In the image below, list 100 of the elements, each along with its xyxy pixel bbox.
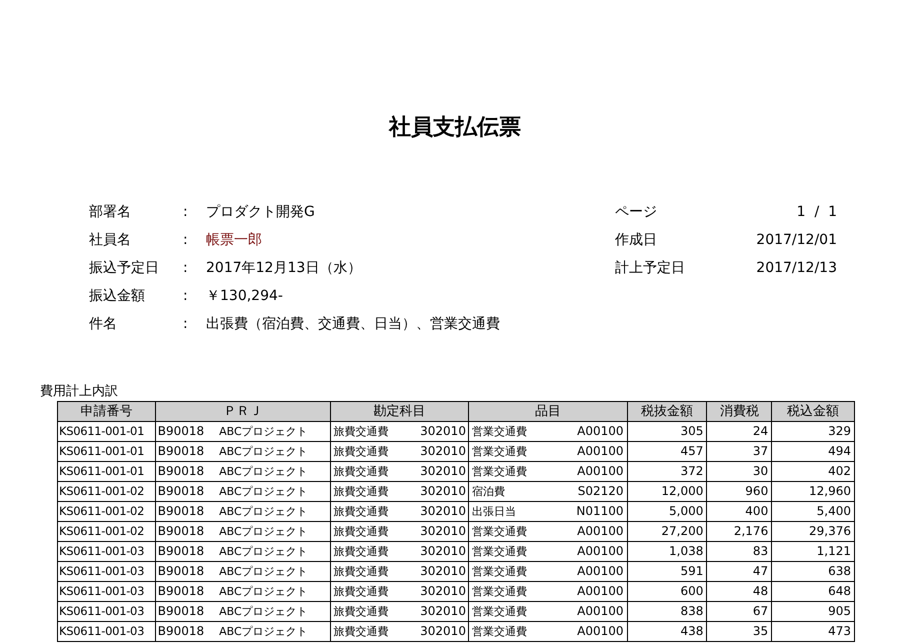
table-cell-text: 出張日当 [472,504,516,520]
table-cell-text: 302010 [420,463,466,480]
field-label: 振込予定日 [89,258,160,278]
table-cell-text: 400 [745,503,768,520]
table-cell-text: 591 [680,563,704,580]
table-cell: KS0611-001-03 [59,584,144,598]
table-cell-text: ABCプロジェクト [219,524,308,540]
table-cell-text: 旅費交通費 [333,424,388,440]
table-cell: KS0611-001-03 [59,564,144,578]
field-label: 部署名 [89,202,132,222]
column-header: ＰＲＪ [156,402,332,421]
table-cell-text: 営業交通費 [472,464,527,480]
table-cell-text: ABCプロジェクト [219,624,308,640]
table-cell-text: ABCプロジェクト [219,604,308,620]
table-cell-text: 302010 [420,483,466,500]
table-cell-text: A00100 [577,543,624,560]
field-value: 2017/12/01 [756,230,837,250]
table-cell-text: 67 [752,603,768,620]
table-cell-text: B90018 [158,583,204,600]
field-label: ページ [615,202,657,222]
field-value: 1 / 1 [796,202,837,222]
table-cell: KS0611-001-03 [59,544,144,558]
table-cell-text: 329 [828,423,851,440]
field-separator: : [183,202,189,222]
table-cell-text: 1,038 [669,543,704,560]
table-cell-text: 1,121 [816,543,851,560]
table-cell-text: 494 [828,443,851,460]
table-cell-text: A00100 [577,463,624,480]
field-label: 作成日 [615,230,657,250]
table-cell-text: A00100 [577,443,624,460]
table-cell: KS0611-001-01 [59,464,144,478]
table-cell-text: B90018 [158,483,204,500]
table-cell-text: ABCプロジェクト [219,584,308,600]
table-cell: KS0611-001-02 [59,524,144,538]
table-cell-text: 960 [745,483,768,500]
table-cell-text: A00100 [577,563,624,580]
table-cell-text: 2,176 [734,523,768,540]
table-cell-text: B90018 [158,523,204,540]
table-cell-text: 旅費交通費 [333,564,388,580]
column-header: 税抜金額 [628,402,708,421]
table-cell: KS0611-001-02 [59,484,144,498]
table-cell-text: 24 [752,423,768,440]
table-cell-text: A00100 [577,623,624,640]
field-value: 2017/12/13 [756,258,837,278]
table-cell-text: 旅費交通費 [333,484,388,500]
column-header: 申請番号 [58,402,156,421]
table-cell-text: B90018 [158,543,204,560]
field-label: 計上予定日 [615,258,685,278]
table-cell: KS0611-001-01 [59,444,144,458]
table-caption: 費用計上内訳 [40,383,119,401]
table-cell-text: 旅費交通費 [333,584,388,600]
table-cell-text: 営業交通費 [472,624,527,640]
table-cell-text: 営業交通費 [472,424,527,440]
table-cell-text: ABCプロジェクト [219,444,308,460]
table-cell-text: A00100 [577,423,624,440]
table-cell-text: 47 [752,563,768,580]
table-cell-text: N01100 [576,503,624,520]
table-cell-text: 29,376 [809,523,851,540]
table-cell-text: ABCプロジェクト [219,424,308,440]
table-cell-text: 457 [680,443,704,460]
table-cell-text: 5,400 [816,503,851,520]
table-cell-text: 旅費交通費 [333,444,388,460]
column-header: 品目 [468,402,628,421]
table-cell-text: 35 [752,623,768,640]
table-cell-text: A00100 [577,523,624,540]
table-cell-text: 営業交通費 [472,524,527,540]
table-cell-text: A00100 [577,603,624,620]
table-cell-text: 372 [680,463,704,480]
column-header: 勘定科目 [331,402,469,421]
table-cell-text: 営業交通費 [472,444,527,460]
table-cell-text: 27,200 [661,523,704,540]
table-cell-text: A00100 [577,583,624,600]
table-cell-text: 302010 [420,503,466,520]
table-cell-text: 302010 [420,523,466,540]
table-cell-text: 302010 [420,543,466,560]
table-cell-text: B90018 [158,423,204,440]
table-cell-text: 旅費交通費 [333,504,388,520]
table-cell-text: 旅費交通費 [333,544,388,560]
table-cell-text: 905 [828,603,851,620]
table-cell-text: ABCプロジェクト [219,484,308,500]
table-cell-text: 旅費交通費 [333,624,388,640]
field-value: ￥130,294- [206,286,283,306]
field-label: 社員名 [89,230,132,250]
table-cell-text: 12,960 [809,483,851,500]
table-cell-text: 旅費交通費 [333,524,388,540]
table-cell-text: 302010 [420,603,466,620]
table-cell-text: 37 [752,443,768,460]
table-cell-text: 営業交通費 [472,564,527,580]
table-cell-text: 438 [680,623,704,640]
table-cell-text: 302010 [420,583,466,600]
table-cell-text: ABCプロジェクト [219,544,308,560]
table-cell-text: 5,000 [669,503,704,520]
table-cell-text: B90018 [158,603,204,620]
table-cell-text: 648 [828,583,851,600]
table-cell-text: 838 [680,603,704,620]
table-cell-text: 旅費交通費 [333,464,388,480]
table-cell-text: B90018 [158,503,204,520]
table-cell-text: 638 [828,563,851,580]
table-cell-text: 営業交通費 [472,584,527,600]
table-cell-text: 302010 [420,623,466,640]
